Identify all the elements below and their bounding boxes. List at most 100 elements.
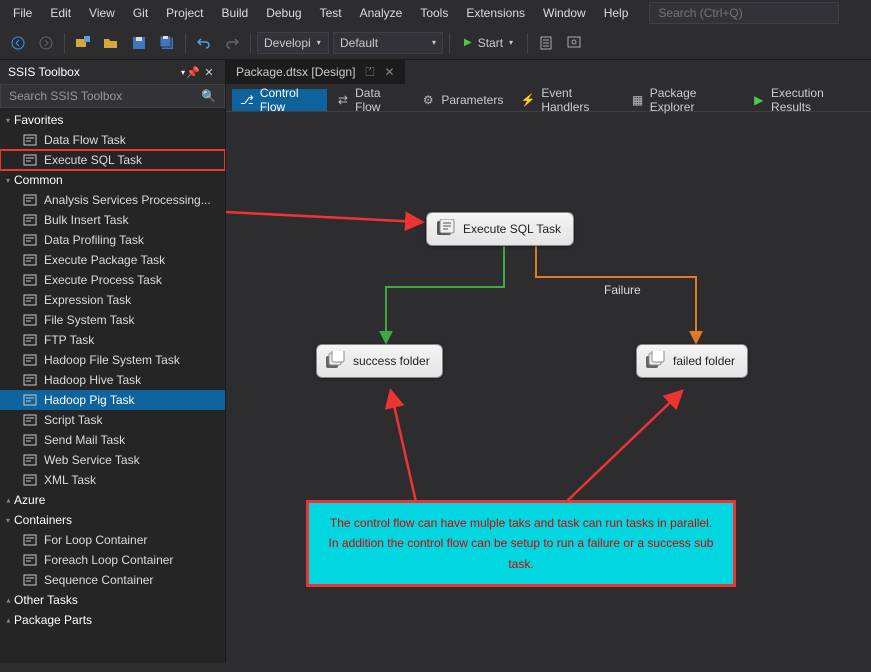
forward-button[interactable] [34,31,58,55]
menu-debug[interactable]: Debug [257,2,310,24]
design-tab[interactable]: ⚙Parameters [413,89,511,111]
caret-right-icon: ▸ [4,498,13,502]
designer-tabs: ⎇Control Flow⇄Data Flow⚙Parameters⚡Event… [226,84,871,112]
menu-edit[interactable]: Edit [41,2,80,24]
toolbox-item[interactable]: Execute SQL Task [0,150,225,170]
open-button[interactable] [99,31,123,55]
toolbox-item[interactable]: Data Profiling Task [0,230,225,250]
toolbar-extra-2[interactable] [562,31,586,55]
toolbox-tree[interactable]: ▾FavoritesData Flow TaskExecute SQL Task… [0,108,225,663]
close-icon[interactable]: ✕ [385,65,395,79]
menu-test[interactable]: Test [311,2,351,24]
toolbox-item[interactable]: Analysis Services Processing... [0,190,225,210]
toolbox-item[interactable]: Script Task [0,410,225,430]
task-icon [22,412,38,428]
ssis-toolbox-panel: SSIS Toolbox ▾ 📌 ✕ Search SSIS Toolbox 🔍… [0,60,226,663]
design-tab[interactable]: ⇄Data Flow [329,89,412,111]
back-button[interactable] [6,31,30,55]
menu-view[interactable]: View [80,2,124,24]
quick-launch-input[interactable] [649,2,839,24]
menu-project[interactable]: Project [157,2,212,24]
toolbox-item[interactable]: Execute Process Task [0,270,225,290]
task-failed-folder[interactable]: failed folder [636,344,748,378]
toolbox-item[interactable]: Hadoop File System Task [0,350,225,370]
menu-extensions[interactable]: Extensions [457,2,534,24]
menu-window[interactable]: Window [534,2,595,24]
task-icon [22,432,38,448]
save-all-button[interactable] [155,31,179,55]
control-flow-canvas[interactable]: Failure Execute SQL Task success folder … [226,112,871,663]
tree-group-header[interactable]: ▸Azure [0,490,225,510]
task-execute-sql[interactable]: Execute SQL Task [426,212,574,246]
toolbox-title-bar[interactable]: SSIS Toolbox ▾ 📌 ✕ [0,60,225,84]
menu-file[interactable]: File [4,2,41,24]
toolbox-item[interactable]: Bulk Insert Task [0,210,225,230]
design-tab-label: Control Flow [260,86,319,114]
menu-help[interactable]: Help [595,2,638,24]
toolbox-item[interactable]: Data Flow Task [0,130,225,150]
new-project-button[interactable] [71,31,95,55]
pin-icon[interactable]: ⏍ [365,65,374,80]
sequence-icon [645,351,665,371]
tree-group-label: Azure [14,493,45,507]
pin-icon[interactable]: 📌 [185,66,201,79]
task-success-folder[interactable]: success folder [316,344,443,378]
caret-right-icon: ▸ [4,618,13,622]
toolbox-item-label: Sequence Container [44,573,153,587]
toolbox-search-input[interactable]: Search SSIS Toolbox 🔍 [0,84,225,108]
separator [527,33,528,53]
close-icon[interactable]: ✕ [201,66,217,79]
toolbox-item[interactable]: Send Mail Task [0,430,225,450]
toolbox-item[interactable]: Foreach Loop Container [0,550,225,570]
design-tab[interactable]: ▶ Execution Results [745,89,865,111]
toolbox-item[interactable]: For Loop Container [0,530,225,550]
save-button[interactable] [127,31,151,55]
undo-button[interactable] [192,31,216,55]
toolbox-item[interactable]: Web Service Task [0,450,225,470]
sequence-icon [325,351,345,371]
tree-group-label: Containers [14,513,72,527]
tree-group-header[interactable]: ▸Other Tasks [0,590,225,610]
toolbox-item[interactable]: Expression Task [0,290,225,310]
menu-build[interactable]: Build [213,2,258,24]
solution-config-combo[interactable]: Developi▾ [257,32,329,54]
toolbox-item[interactable]: Sequence Container [0,570,225,590]
toolbox-item[interactable]: Execute Package Task [0,250,225,270]
toolbox-item-label: Analysis Services Processing... [44,193,211,207]
tree-group-header[interactable]: ▾Common [0,170,225,190]
separator [185,33,186,53]
design-tab-label: Execution Results [771,86,857,114]
toolbox-item[interactable]: FTP Task [0,330,225,350]
solution-config-value: Developi [264,36,311,50]
separator [250,33,251,53]
toolbox-item[interactable]: XML Task [0,470,225,490]
design-tab[interactable]: ▦Package Explorer [623,89,742,111]
tree-group-header[interactable]: ▾Favorites [0,110,225,130]
standard-toolbar: Developi▾ Default▾ ▶Start▾ [0,26,871,60]
tree-group-header[interactable]: ▾Containers [0,510,225,530]
menu-analyze[interactable]: Analyze [351,2,412,24]
menu-tools[interactable]: Tools [411,2,457,24]
toolbox-item[interactable]: File System Task [0,310,225,330]
toolbox-item-label: Web Service Task [44,453,140,467]
task-icon [22,252,38,268]
document-tab-label: Package.dtsx [Design] [236,65,355,79]
menu-git[interactable]: Git [124,2,157,24]
separator [64,33,65,53]
design-tab[interactable]: ⚡Event Handlers [513,89,621,111]
toolbar-extra-1[interactable] [534,31,558,55]
tab-icon: ▶ [753,93,766,107]
task-icon [22,532,38,548]
tree-group-label: Package Parts [14,613,92,627]
toolbox-item[interactable]: Hadoop Pig Task [0,390,225,410]
toolbox-item[interactable]: Hadoop Hive Task [0,370,225,390]
task-label: failed folder [673,354,735,368]
solution-platform-combo[interactable]: Default▾ [333,32,443,54]
redo-button[interactable] [220,31,244,55]
document-tab[interactable]: Package.dtsx [Design] ⏍ ✕ [226,60,405,84]
task-label: success folder [353,354,430,368]
tree-group-header[interactable]: ▸Package Parts [0,610,225,630]
start-button[interactable]: ▶Start▾ [456,32,521,54]
solution-platform-value: Default [340,36,378,50]
design-tab[interactable]: ⎇Control Flow [232,89,327,111]
